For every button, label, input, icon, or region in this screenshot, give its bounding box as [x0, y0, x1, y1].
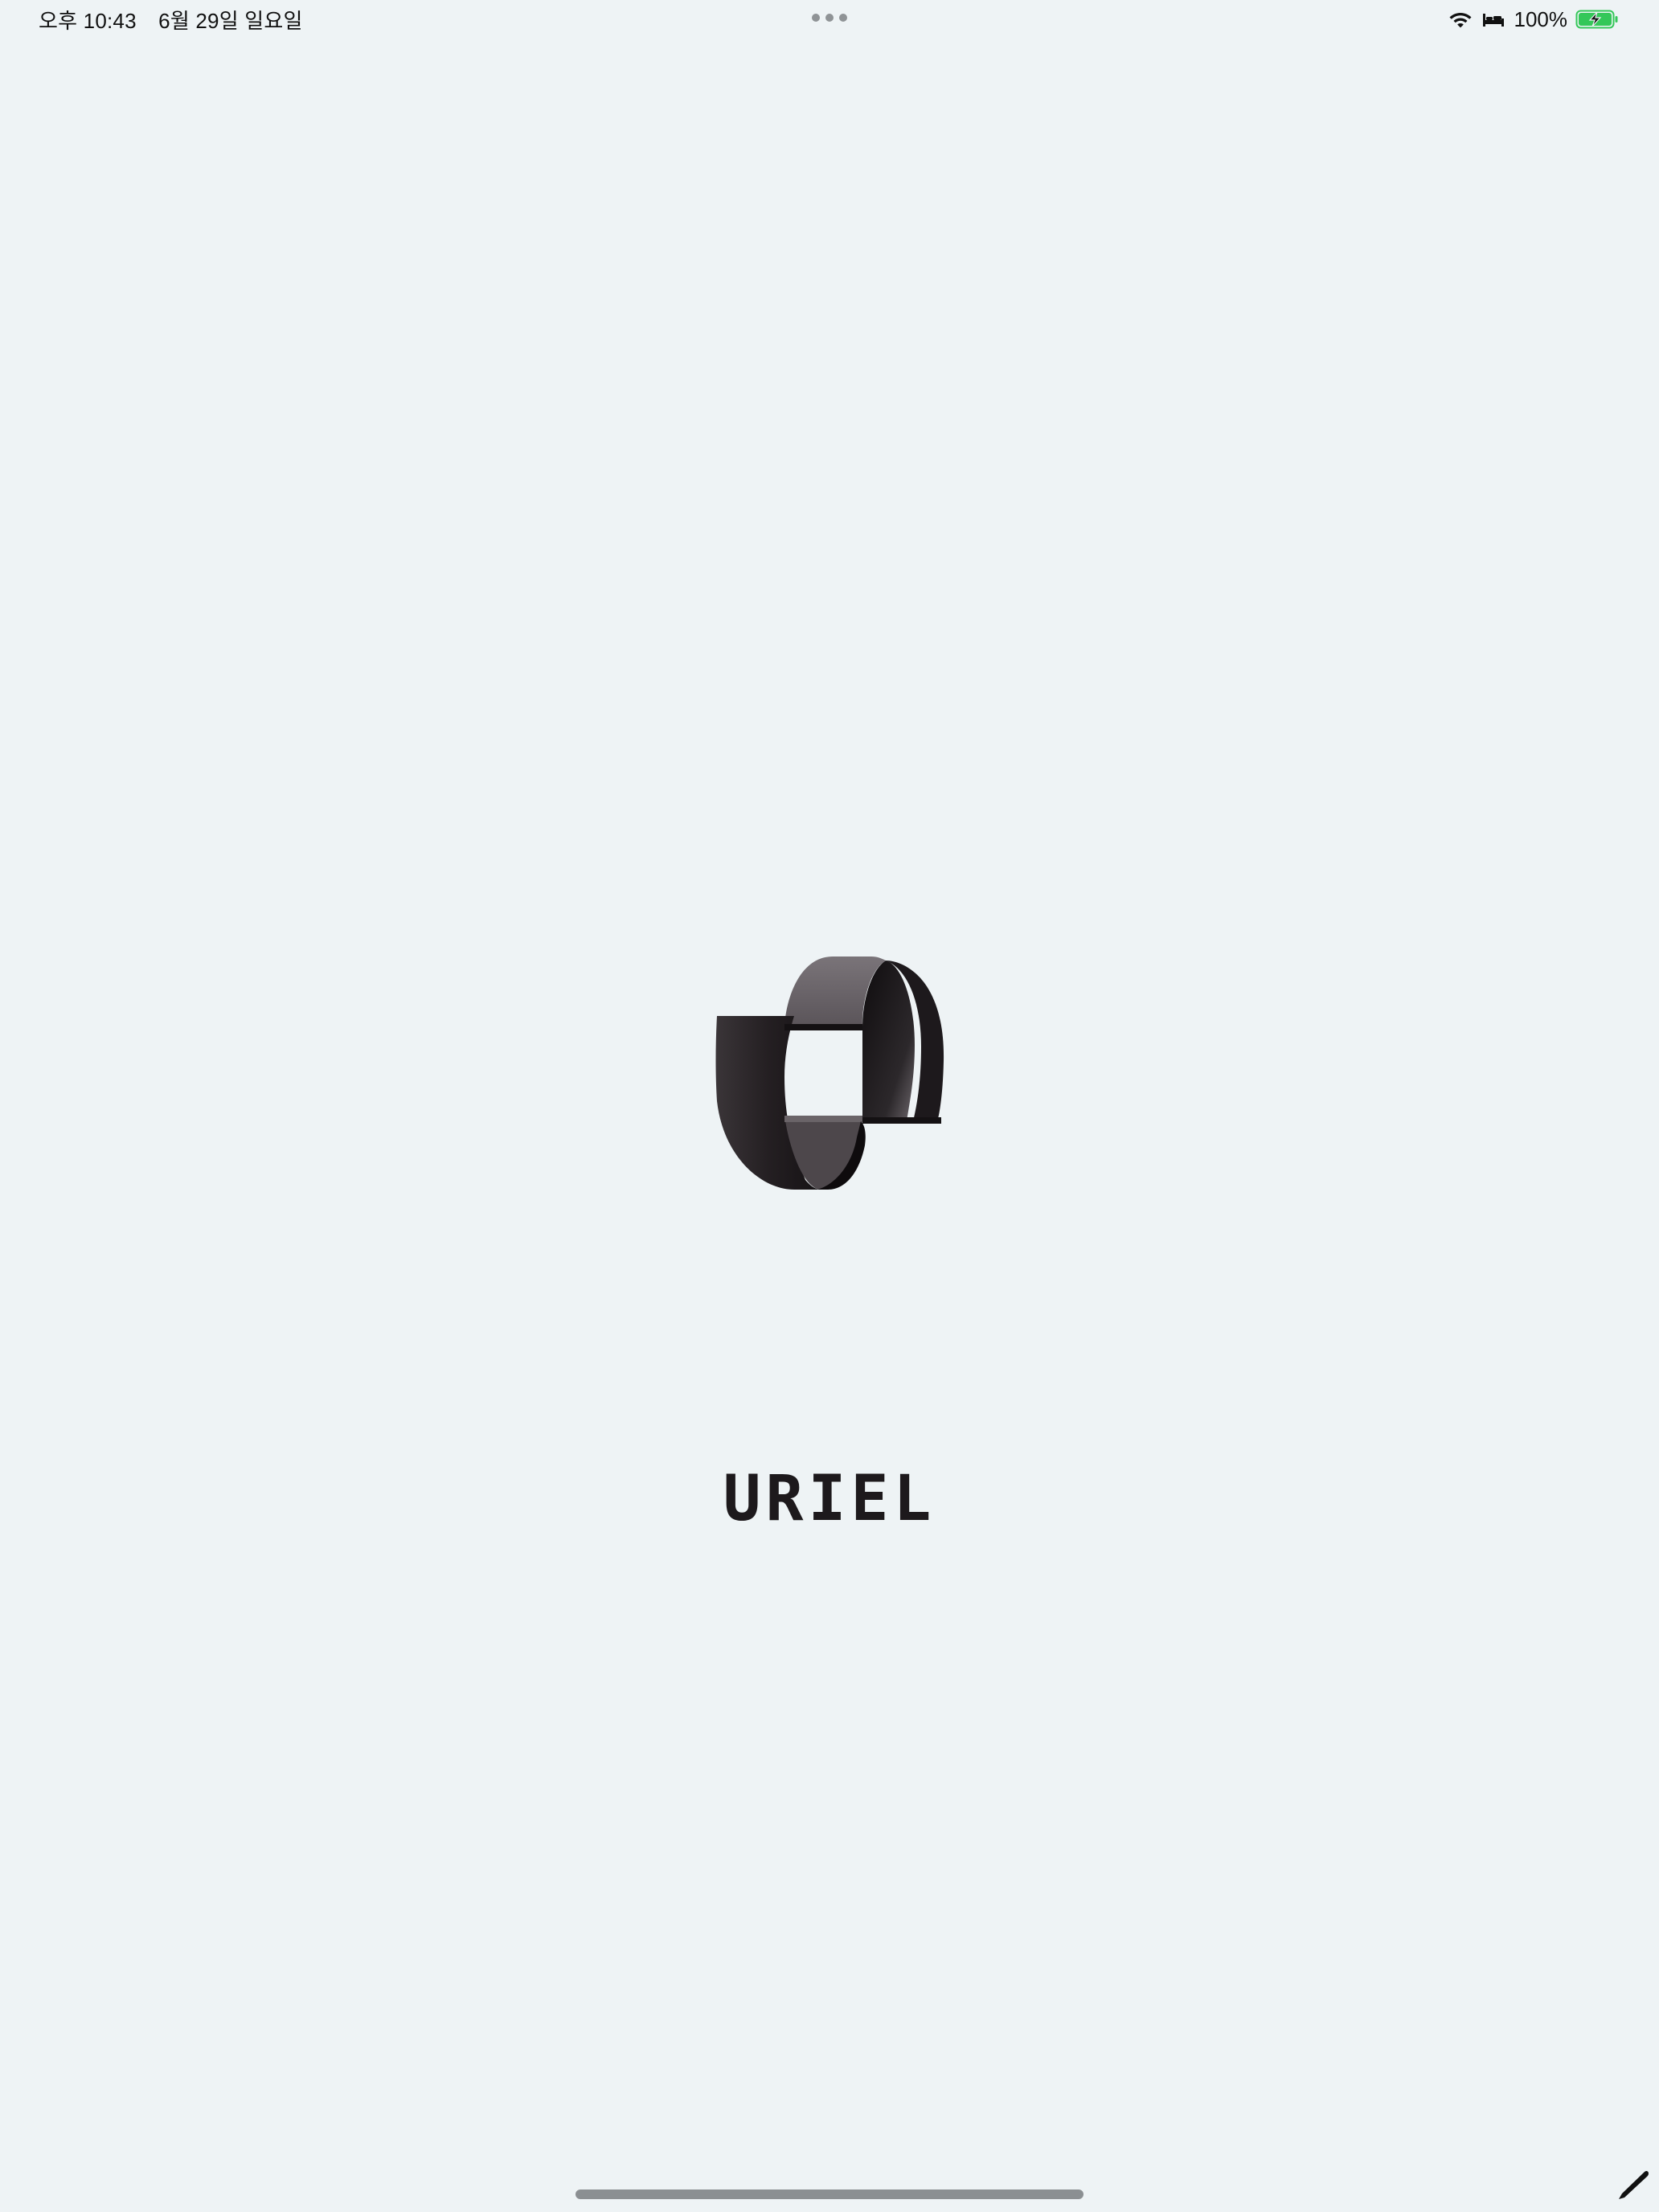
pencil-icon: [1619, 2170, 1649, 2199]
wifi-icon: [1449, 13, 1471, 28]
battery-percent: 100%: [1514, 6, 1568, 31]
battery-icon: [1575, 10, 1618, 29]
status-indicators: 100%: [1448, 5, 1620, 34]
uriel-logo-icon: [715, 956, 944, 1190]
status-date: 6월 29일 일요일: [158, 9, 303, 33]
more-dots-icon[interactable]: [812, 14, 847, 23]
status-bar: 오후 10:43 6월 29일 일요일 100%: [0, 0, 1659, 39]
bed-icon: [1482, 14, 1504, 27]
brand-name: URIEL: [723, 1463, 936, 1535]
home-indicator[interactable]: [576, 2189, 1083, 2199]
status-time: 오후 10:43: [39, 9, 137, 33]
status-datetime: 오후 10:43 6월 29일 일요일: [39, 5, 303, 35]
